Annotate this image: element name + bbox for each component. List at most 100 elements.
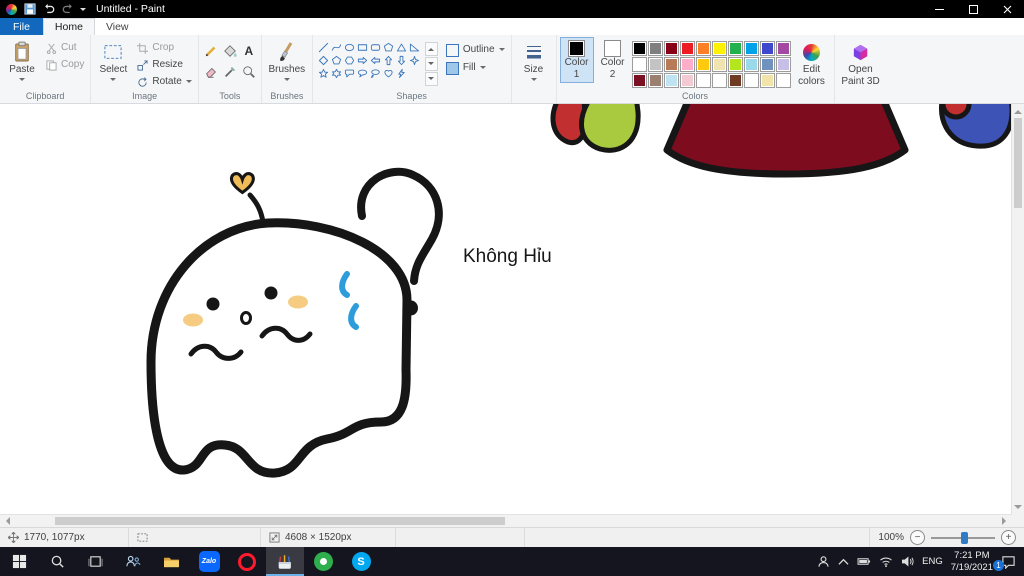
palette-swatch[interactable] xyxy=(759,57,775,72)
volume-icon[interactable] xyxy=(901,556,914,567)
brushes-button[interactable]: Brushes xyxy=(265,37,309,86)
open-paint3d-button[interactable]: Open Paint 3D xyxy=(838,37,884,89)
palette-swatch[interactable] xyxy=(631,73,647,88)
undo-button[interactable] xyxy=(42,3,55,16)
color2-button[interactable]: Color 2 xyxy=(596,37,630,83)
six-point-star-shape-icon[interactable] xyxy=(331,67,343,79)
tab-home[interactable]: Home xyxy=(42,18,95,35)
edit-colors-button[interactable]: Edit colors xyxy=(793,37,831,89)
zoom-out-button[interactable]: − xyxy=(910,530,925,545)
down-arrow-shape-icon[interactable] xyxy=(396,54,408,66)
restore-button[interactable] xyxy=(956,0,990,18)
horizontal-scrollbar[interactable] xyxy=(0,514,1012,527)
palette-swatch[interactable] xyxy=(711,73,727,88)
vertical-scrollbar[interactable] xyxy=(1011,104,1024,515)
right-arrow-shape-icon[interactable] xyxy=(357,54,369,66)
palette-swatch[interactable] xyxy=(727,73,743,88)
lightning-shape-icon[interactable] xyxy=(396,67,408,79)
tray-person-icon[interactable] xyxy=(817,555,830,568)
shapes-more-button[interactable] xyxy=(424,72,438,86)
five-point-star-shape-icon[interactable] xyxy=(318,67,330,79)
palette-swatch[interactable] xyxy=(727,41,743,56)
palette-swatch[interactable] xyxy=(631,41,647,56)
paste-button[interactable]: Paste xyxy=(3,37,41,86)
palette-swatch[interactable] xyxy=(663,57,679,72)
up-arrow-shape-icon[interactable] xyxy=(383,54,395,66)
pentagon-shape-icon[interactable] xyxy=(331,54,343,66)
pencil-tool-button[interactable] xyxy=(202,41,220,61)
zoom-in-button[interactable]: + xyxy=(1001,530,1016,545)
palette-swatch[interactable] xyxy=(647,57,663,72)
palette-swatch[interactable] xyxy=(775,41,791,56)
palette-swatch[interactable] xyxy=(711,41,727,56)
cut-button[interactable]: Cut xyxy=(43,40,87,56)
line-shape-icon[interactable] xyxy=(318,41,330,53)
polygon-shape-icon[interactable] xyxy=(383,41,395,53)
size-button[interactable]: Size xyxy=(515,37,553,86)
canvas-drawing[interactable]: Không Hỉu xyxy=(0,104,1012,517)
rectangle-shape-icon[interactable] xyxy=(357,41,369,53)
paint-taskbar-button[interactable] xyxy=(266,547,304,576)
palette-swatch[interactable] xyxy=(679,57,695,72)
magnifier-tool-button[interactable] xyxy=(240,62,258,82)
file-explorer-button[interactable] xyxy=(152,547,190,576)
palette-swatch[interactable] xyxy=(711,57,727,72)
palette-swatch[interactable] xyxy=(759,73,775,88)
triangle-shape-icon[interactable] xyxy=(396,41,408,53)
oval-callout-shape-icon[interactable] xyxy=(357,67,369,79)
palette-swatch[interactable] xyxy=(631,57,647,72)
palette-swatch[interactable] xyxy=(743,41,759,56)
crop-button[interactable]: Crop xyxy=(134,40,194,56)
palette-swatch[interactable] xyxy=(647,41,663,56)
palette-swatch[interactable] xyxy=(743,57,759,72)
color-picker-tool-button[interactable] xyxy=(221,62,239,82)
rounded-rectangle-shape-icon[interactable] xyxy=(370,41,382,53)
palette-swatch[interactable] xyxy=(775,57,791,72)
select-button[interactable]: Select xyxy=(94,37,132,86)
quick-access-dropdown-icon[interactable] xyxy=(80,7,86,14)
outline-button[interactable]: Outline xyxy=(443,42,508,58)
copy-button[interactable]: Copy xyxy=(43,57,87,73)
shapes-scroll-down-button[interactable] xyxy=(424,57,438,71)
curve-shape-icon[interactable] xyxy=(331,41,343,53)
tab-view[interactable]: View xyxy=(95,18,140,35)
palette-swatch[interactable] xyxy=(695,73,711,88)
skype-button[interactable]: S xyxy=(342,547,380,576)
palette-swatch[interactable] xyxy=(695,57,711,72)
cloud-callout-shape-icon[interactable] xyxy=(370,67,382,79)
rounded-callout-shape-icon[interactable] xyxy=(344,67,356,79)
horizontal-scroll-thumb[interactable] xyxy=(55,517,505,525)
zoom-slider[interactable] xyxy=(931,531,995,545)
palette-swatch[interactable] xyxy=(663,73,679,88)
tab-file[interactable]: File xyxy=(0,18,43,35)
opera-button[interactable] xyxy=(228,547,266,576)
action-center-button[interactable]: 1 xyxy=(993,555,1016,571)
palette-swatch[interactable] xyxy=(727,57,743,72)
zoom-slider-thumb[interactable] xyxy=(961,531,968,544)
resize-button[interactable]: Resize xyxy=(134,57,194,73)
left-arrow-shape-icon[interactable] xyxy=(370,54,382,66)
search-button[interactable] xyxy=(38,547,76,576)
palette-swatch[interactable] xyxy=(775,73,791,88)
diamond-shape-icon[interactable] xyxy=(318,54,330,66)
people-button[interactable] xyxy=(114,547,152,576)
tray-chevron-up-icon[interactable] xyxy=(838,558,849,566)
hexagon-shape-icon[interactable] xyxy=(344,54,356,66)
redo-button[interactable] xyxy=(61,3,74,16)
minimize-button[interactable] xyxy=(922,0,956,18)
right-triangle-shape-icon[interactable] xyxy=(409,41,421,53)
palette-swatch[interactable] xyxy=(759,41,775,56)
color1-button[interactable]: Color 1 xyxy=(559,37,594,83)
palette-swatch[interactable] xyxy=(679,73,695,88)
vertical-scroll-thumb[interactable] xyxy=(1014,118,1022,208)
wifi-icon[interactable] xyxy=(879,556,893,567)
palette-swatch[interactable] xyxy=(647,73,663,88)
oval-shape-icon[interactable] xyxy=(344,41,356,53)
palette-swatch[interactable] xyxy=(663,41,679,56)
heart-shape-icon[interactable] xyxy=(383,67,395,79)
palette-swatch[interactable] xyxy=(679,41,695,56)
start-button[interactable] xyxy=(0,547,38,576)
save-button[interactable] xyxy=(23,3,36,16)
shapes-scroll-up-button[interactable] xyxy=(424,42,438,56)
rotate-button[interactable]: Rotate xyxy=(134,74,194,90)
